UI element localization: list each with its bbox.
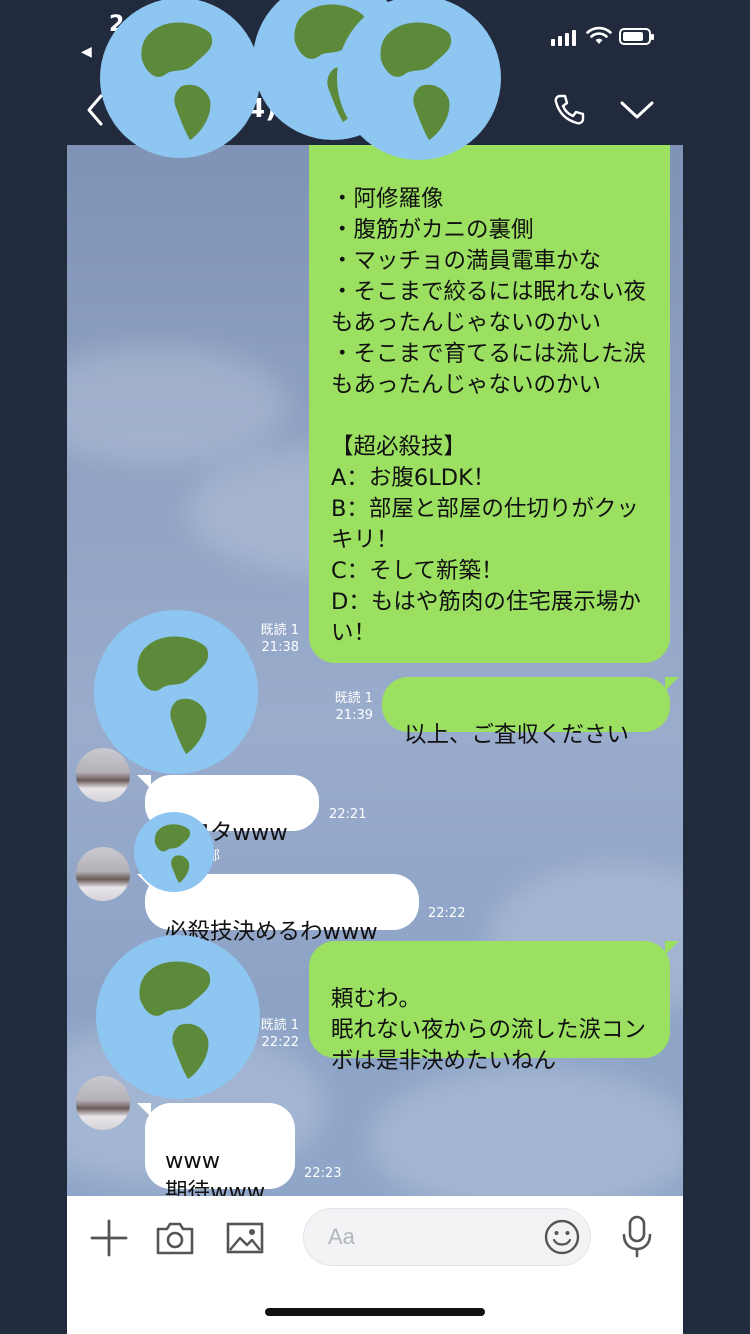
image-icon[interactable] (225, 1220, 265, 1256)
globe-icon (337, 0, 501, 160)
globe-icon (134, 812, 214, 892)
plus-icon[interactable] (89, 1218, 129, 1258)
emoji-icon[interactable] (543, 1218, 581, 1256)
globe-icon (96, 935, 260, 1099)
globe-icon (100, 0, 260, 158)
globe-icon (94, 610, 258, 774)
phone-screen: 2 ◀ 4) ・阿修羅像 ・腹筋がカニの裏側 ・マッチョの満員電車かな ・そこま… (67, 0, 683, 1334)
message-input-bar (67, 1196, 683, 1334)
redaction-overlay (94, 0, 501, 1099)
home-indicator[interactable] (265, 1308, 485, 1316)
microphone-icon[interactable] (620, 1214, 654, 1258)
camera-icon[interactable] (155, 1220, 195, 1256)
message-text-field[interactable] (326, 1223, 530, 1251)
